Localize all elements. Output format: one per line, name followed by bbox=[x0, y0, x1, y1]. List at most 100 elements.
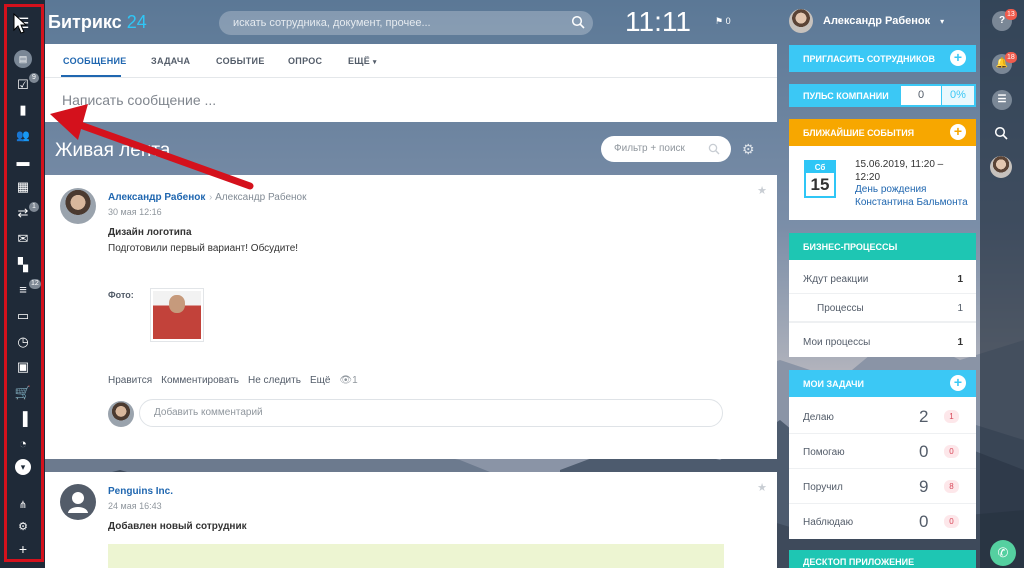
contact-card-icon[interactable]: ▣ bbox=[14, 358, 32, 376]
post-author[interactable]: Александр Рабенок bbox=[108, 192, 205, 203]
tab-message[interactable]: СООБЩЕНИЕ bbox=[63, 56, 127, 66]
comment-link[interactable]: Комментировать bbox=[161, 375, 239, 386]
feed-post: Александр Рабенок › Александр Рабенок 30… bbox=[45, 175, 777, 459]
chevron-down-icon[interactable]: ▾ bbox=[15, 459, 31, 475]
search-icon[interactable] bbox=[571, 15, 585, 29]
comment-input[interactable]: Добавить комментарий bbox=[139, 399, 723, 427]
groups-icon[interactable]: 👥 bbox=[14, 127, 32, 145]
logo-main: Битрикс bbox=[48, 12, 122, 32]
gear-icon[interactable]: ⚙ bbox=[742, 141, 755, 158]
mail-icon[interactable]: ✉ bbox=[14, 230, 32, 248]
events-header[interactable]: БЛИЖАЙШИЕ СОБЫТИЯ + bbox=[789, 119, 976, 146]
search-icon[interactable] bbox=[708, 143, 720, 155]
bp-value: 1 bbox=[957, 337, 963, 348]
gear-icon[interactable]: ⚙ bbox=[14, 518, 32, 536]
task-label: Наблюдаю bbox=[803, 517, 854, 528]
task-badge: 8 bbox=[944, 480, 959, 493]
chevron-down-icon: ▾ bbox=[940, 16, 945, 26]
avatar[interactable] bbox=[60, 484, 96, 520]
sync-badge: 1 bbox=[29, 202, 39, 212]
avatar[interactable] bbox=[990, 156, 1012, 178]
tab-more[interactable]: ЕЩЁ ▾ bbox=[348, 56, 377, 66]
eye-icon: 👁 bbox=[339, 375, 353, 386]
clock[interactable]: 11:11 bbox=[625, 6, 691, 38]
plus-icon[interactable]: + bbox=[950, 124, 966, 140]
menu-icon[interactable]: ☰ bbox=[14, 14, 32, 32]
cal-day: Сб bbox=[806, 162, 834, 173]
list-item[interactable]: Ждут реакции 1 bbox=[789, 262, 976, 294]
feed-filter-input[interactable]: Фильтр + поиск bbox=[601, 136, 731, 162]
bp-label: Мои процессы bbox=[803, 337, 871, 348]
avatar bbox=[789, 9, 813, 33]
structure-icon[interactable]: ⋔ bbox=[14, 497, 32, 515]
pulse-value: 0 bbox=[901, 86, 941, 105]
pulse-label: ПУЛЬС КОМПАНИИ bbox=[803, 91, 889, 101]
views-counter[interactable]: 👁1 bbox=[339, 375, 357, 386]
list-item[interactable]: Помогаю 0 0 bbox=[789, 434, 976, 469]
photo-person bbox=[169, 295, 185, 313]
chat-icon[interactable]: ☰ bbox=[992, 90, 1012, 110]
star-icon[interactable]: ★ bbox=[757, 481, 767, 494]
avatar[interactable] bbox=[60, 188, 96, 224]
bp-header[interactable]: БИЗНЕС-ПРОЦЕССЫ bbox=[789, 233, 976, 260]
apps-icon[interactable]: ▚ bbox=[14, 256, 32, 274]
plus-icon[interactable]: + bbox=[14, 540, 32, 558]
like-link[interactable]: Нравится bbox=[108, 375, 152, 386]
feed-icon[interactable]: ▤ bbox=[14, 50, 32, 68]
desktop-app-header[interactable]: ДЕСКТОП ПРИЛОЖЕНИЕ bbox=[789, 550, 976, 568]
star-icon[interactable]: ★ bbox=[757, 184, 767, 197]
analytics-icon[interactable]: ▐ bbox=[14, 410, 32, 428]
timeman-icon[interactable]: ◔ bbox=[14, 435, 32, 453]
bp-title: БИЗНЕС-ПРОЦЕССЫ bbox=[803, 242, 898, 252]
post-author[interactable]: Penguins Inc. bbox=[108, 486, 173, 497]
user-menu[interactable]: Александр Рабенок ▾ bbox=[789, 9, 944, 33]
window-icon[interactable]: ▭ bbox=[14, 307, 32, 325]
flag-counter[interactable]: ⚑ 0 bbox=[715, 16, 731, 27]
help-badge: 13 bbox=[1005, 9, 1017, 20]
unfollow-link[interactable]: Не следить bbox=[248, 375, 301, 386]
phone-icon[interactable]: ✆ bbox=[990, 540, 1016, 566]
notify-badge: 18 bbox=[1005, 52, 1017, 63]
events-title: БЛИЖАЙШИЕ СОБЫТИЯ bbox=[803, 128, 915, 138]
list-item[interactable]: Процессы 1 bbox=[789, 291, 976, 323]
list-item[interactable]: Мои процессы 1 bbox=[789, 325, 976, 357]
feed-title: Живая лента bbox=[55, 140, 171, 161]
drive-icon[interactable]: ▬ bbox=[14, 153, 32, 171]
list-item[interactable]: Наблюдаю 0 0 bbox=[789, 504, 976, 539]
desktop-title: ДЕСКТОП ПРИЛОЖЕНИЕ bbox=[803, 557, 915, 567]
logo[interactable]: Битрикс 24 bbox=[48, 12, 147, 33]
post-title: Дизайн логотипа bbox=[108, 227, 192, 238]
views-count: 1 bbox=[352, 375, 358, 386]
tab-poll[interactable]: ОПРОС bbox=[288, 56, 322, 66]
calendar-icon[interactable]: ▦ bbox=[14, 178, 32, 196]
user-silhouette-icon bbox=[68, 492, 88, 513]
task-count: 2 bbox=[919, 407, 929, 426]
compose-input[interactable]: Написать сообщение ... bbox=[62, 92, 216, 108]
tab-event[interactable]: СОБЫТИЕ bbox=[216, 56, 265, 66]
left-menu: ☰ ▤ ☑ 9 ▮ 👥 ▬ ▦ ⇄ 1 ✉ ▚ ≡ 12 ▭ ◷ ▣ 🛒 ▐ ◔… bbox=[0, 0, 45, 568]
event-link[interactable]: День рождения Константина Бальмонта bbox=[855, 183, 973, 209]
plus-icon: + bbox=[950, 50, 966, 66]
company-pulse[interactable]: ПУЛЬС КОМПАНИИ 0 0% bbox=[789, 84, 976, 107]
list-item[interactable]: Делаю 2 1 bbox=[789, 399, 976, 434]
invite-button[interactable]: ПРИГЛАСИТЬ СОТРУДНИКОВ + bbox=[789, 45, 976, 72]
post-photo[interactable] bbox=[150, 288, 204, 342]
post-recipient[interactable]: › Александр Рабенок bbox=[209, 192, 306, 203]
clock-icon[interactable]: ◷ bbox=[14, 333, 32, 351]
task-count: 0 bbox=[919, 442, 929, 461]
post-time[interactable]: 24 мая 16:43 bbox=[108, 501, 162, 511]
tab-task[interactable]: ЗАДАЧА bbox=[151, 56, 190, 66]
list-item[interactable]: Поручил 9 8 bbox=[789, 469, 976, 504]
more-link[interactable]: Ещё bbox=[310, 375, 330, 386]
feed-post: Penguins Inc. 24 мая 16:43 Добавлен новы… bbox=[45, 472, 777, 568]
user-name: Александр Рабенок bbox=[823, 15, 931, 27]
post-actions: Нравится Комментировать Не следить Ещё 👁… bbox=[108, 375, 358, 386]
search-input[interactable] bbox=[219, 11, 593, 35]
tasks-header[interactable]: МОИ ЗАДАЧИ + bbox=[789, 370, 976, 397]
post-time[interactable]: 30 мая 12:16 bbox=[108, 207, 162, 217]
search-icon[interactable] bbox=[994, 126, 1008, 140]
cart-icon[interactable]: 🛒 bbox=[14, 384, 32, 402]
chat-icon[interactable]: ▮ bbox=[14, 101, 32, 119]
bp-label: Ждут реакции bbox=[803, 274, 869, 285]
plus-icon[interactable]: + bbox=[950, 375, 966, 391]
